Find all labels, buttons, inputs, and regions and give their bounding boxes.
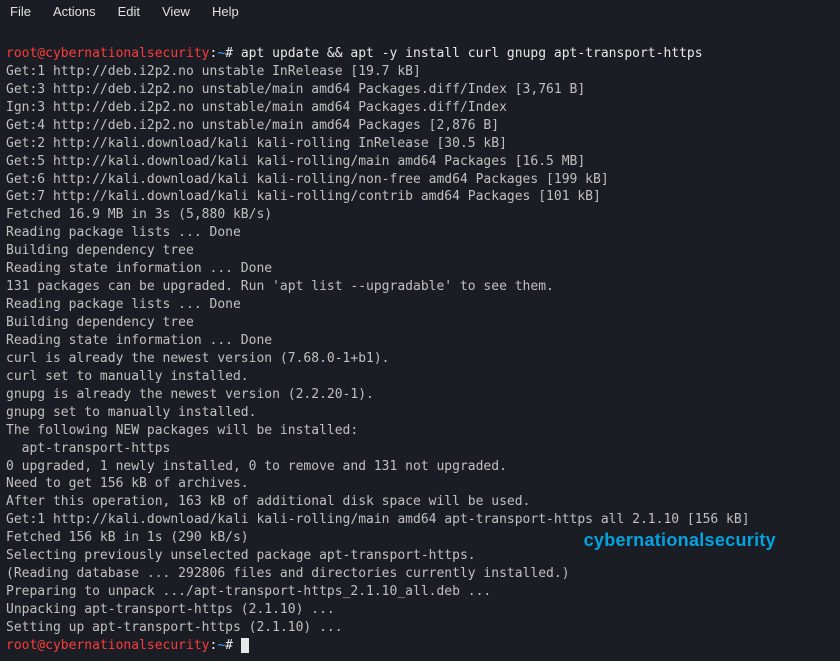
output-line: Need to get 156 kB of archives. xyxy=(6,476,249,491)
output-line: Reading package lists ... Done xyxy=(6,297,241,312)
output-line: apt-transport-https xyxy=(6,441,170,456)
menu-help[interactable]: Help xyxy=(212,4,239,19)
output-line: Preparing to unpack .../apt-transport-ht… xyxy=(6,584,491,599)
output-line: 0 upgraded, 1 newly installed, 0 to remo… xyxy=(6,459,507,474)
prompt-user-host: root@cybernationalsecurity xyxy=(6,638,210,653)
output-line: Get:1 http://deb.i2p2.no unstable InRele… xyxy=(6,64,421,79)
output-line: gnupg set to manually installed. xyxy=(6,405,256,420)
output-line: (Reading database ... 292806 files and d… xyxy=(6,566,570,581)
output-line: Get:1 http://kali.download/kali kali-rol… xyxy=(6,512,750,527)
output-line: Fetched 156 kB in 1s (290 kB/s) xyxy=(6,530,249,545)
output-line: Fetched 16.9 MB in 3s (5,880 kB/s) xyxy=(6,207,272,222)
output-line: Unpacking apt-transport-https (2.1.10) .… xyxy=(6,602,335,617)
output-line: After this operation, 163 kB of addition… xyxy=(6,494,530,509)
output-line: curl set to manually installed. xyxy=(6,369,249,384)
output-line: Get:6 http://kali.download/kali kali-rol… xyxy=(6,172,609,187)
output-line: Reading package lists ... Done xyxy=(6,225,241,240)
output-line: gnupg is already the newest version (2.2… xyxy=(6,387,374,402)
menu-edit[interactable]: Edit xyxy=(118,4,140,19)
output-line: Ign:3 http://deb.i2p2.no unstable/main a… xyxy=(6,100,507,115)
prompt-separator: : xyxy=(210,638,218,653)
output-line: The following NEW packages will be insta… xyxy=(6,423,358,438)
cursor xyxy=(241,638,249,653)
prompt-path: ~ xyxy=(217,46,225,61)
menu-actions[interactable]: Actions xyxy=(53,4,96,19)
output-line: Reading state information ... Done xyxy=(6,261,272,276)
menu-file[interactable]: File xyxy=(10,4,31,19)
menu-view[interactable]: View xyxy=(162,4,190,19)
command-text: apt update && apt -y install curl gnupg … xyxy=(241,46,703,61)
output-line: Selecting previously unselected package … xyxy=(6,548,476,563)
watermark-text: cybernationalsecurity xyxy=(584,530,776,551)
output-line: curl is already the newest version (7.68… xyxy=(6,351,390,366)
prompt-path: ~ xyxy=(217,638,225,653)
terminal-output[interactable]: root@cybernationalsecurity:~# apt update… xyxy=(0,25,840,661)
output-line: 131 packages can be upgraded. Run 'apt l… xyxy=(6,279,554,294)
prompt-symbol: # xyxy=(225,638,233,653)
output-line: Building dependency tree xyxy=(6,315,194,330)
output-line: Reading state information ... Done xyxy=(6,333,272,348)
output-line: Setting up apt-transport-https (2.1.10) … xyxy=(6,620,343,635)
output-line: Get:5 http://kali.download/kali kali-rol… xyxy=(6,154,585,169)
prompt-symbol: # xyxy=(225,46,233,61)
output-line: Building dependency tree xyxy=(6,243,194,258)
menubar: File Actions Edit View Help xyxy=(0,0,840,25)
output-line: Get:7 http://kali.download/kali kali-rol… xyxy=(6,189,601,204)
output-line: Get:4 http://deb.i2p2.no unstable/main a… xyxy=(6,118,499,133)
output-line: Get:2 http://kali.download/kali kali-rol… xyxy=(6,136,507,151)
prompt-user-host: root@cybernationalsecurity xyxy=(6,46,210,61)
output-line: Get:3 http://deb.i2p2.no unstable/main a… xyxy=(6,82,585,97)
